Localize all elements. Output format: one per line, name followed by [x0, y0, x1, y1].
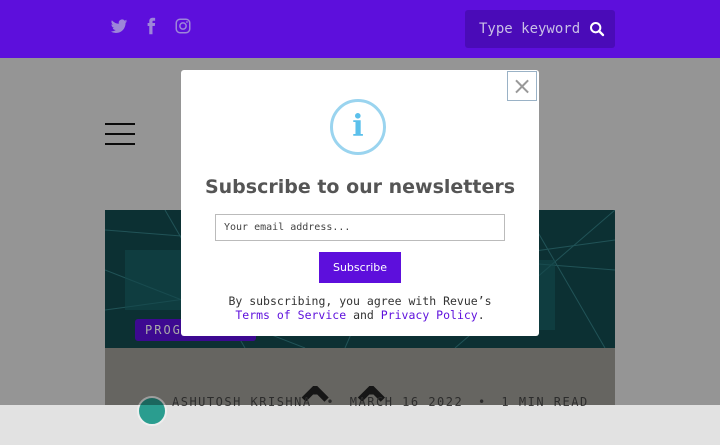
terms-link[interactable]: Terms of Service — [235, 308, 346, 322]
search-input[interactable] — [479, 21, 587, 37]
email-field[interactable] — [215, 214, 505, 241]
newsletter-modal: × i Subscribe to our newsletters Subscri… — [181, 70, 539, 336]
close-button[interactable]: × — [507, 71, 537, 101]
search-box — [465, 10, 615, 48]
terms-period: . — [477, 308, 485, 322]
facebook-icon[interactable] — [142, 16, 160, 36]
social-links — [110, 16, 192, 36]
privacy-link[interactable]: Privacy Policy — [381, 308, 478, 322]
terms-text: By subscribing, you agree with Revue’s T… — [211, 294, 509, 322]
terms-prefix: By subscribing, you agree with Revue’s — [228, 294, 492, 308]
and-text: and — [353, 308, 374, 322]
top-bar — [0, 0, 720, 58]
search-icon[interactable] — [589, 21, 605, 37]
twitter-icon[interactable] — [110, 16, 128, 36]
subscribe-button[interactable]: Subscribe — [319, 252, 401, 283]
info-icon: i — [330, 99, 386, 155]
modal-title: Subscribe to our newsletters — [204, 176, 516, 198]
instagram-icon[interactable] — [174, 16, 192, 36]
